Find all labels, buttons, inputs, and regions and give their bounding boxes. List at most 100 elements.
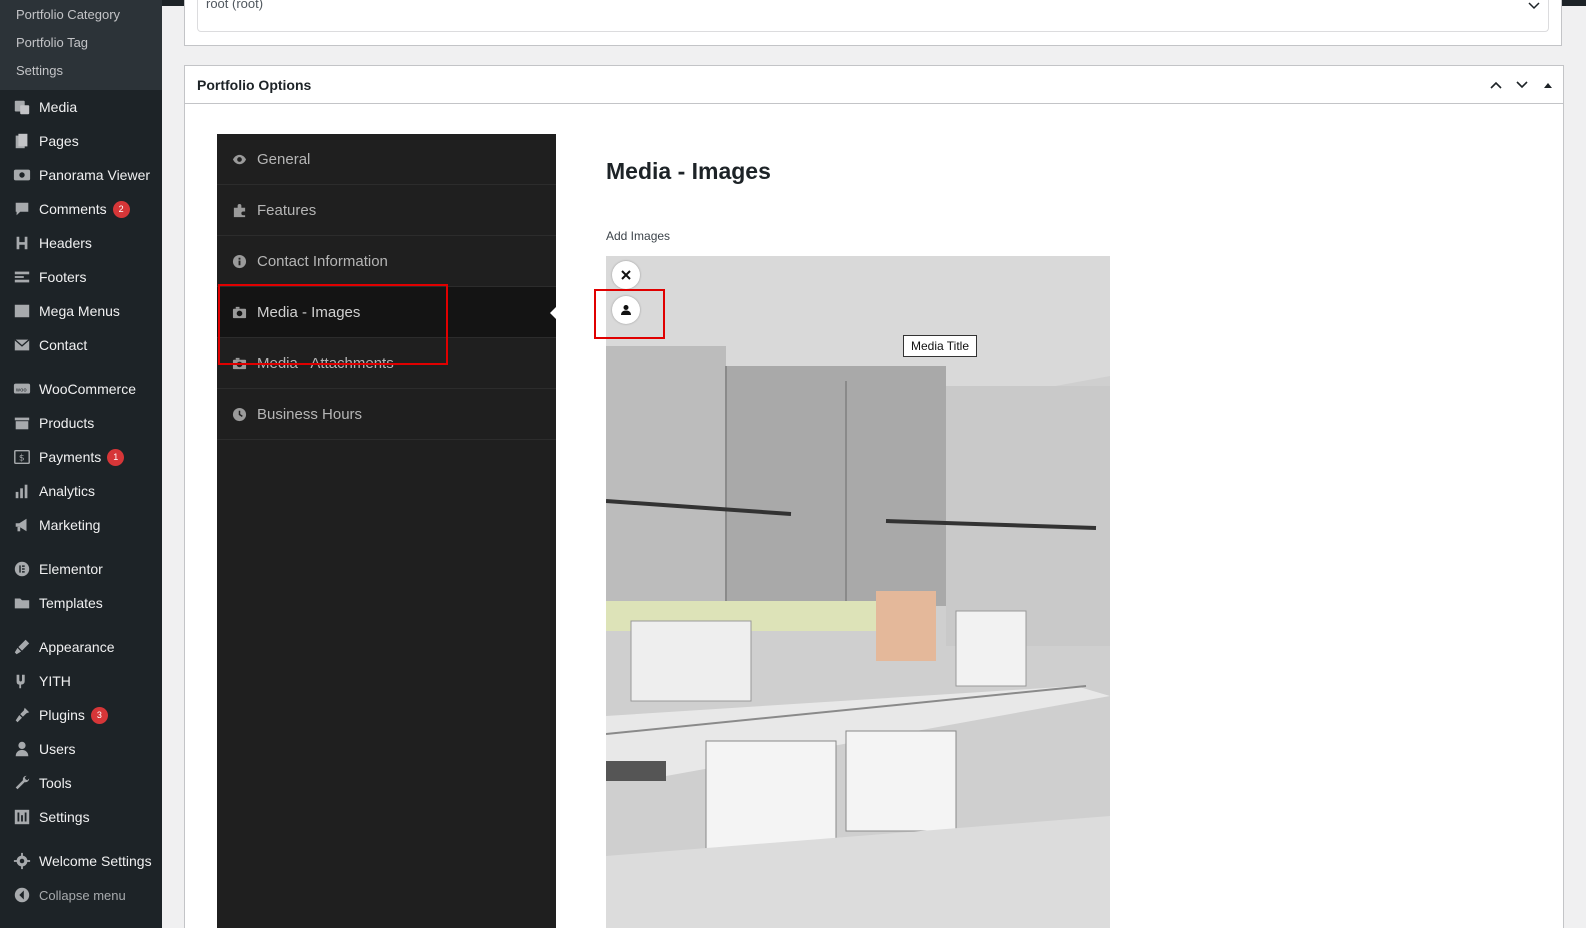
sidebar-item-label: Tools [39, 775, 72, 791]
sidebar-item-comments[interactable]: Comments 2 [0, 192, 162, 226]
headers-icon [12, 233, 32, 253]
eye-icon [231, 151, 247, 167]
admin-sidebar: Portfolio Category Portfolio Tag Setting… [0, 0, 162, 928]
marketing-icon [12, 515, 32, 535]
footers-icon [12, 267, 32, 287]
tab-contact-information[interactable]: Contact Information [217, 236, 556, 287]
move-up-button[interactable] [1487, 76, 1505, 94]
highlight-box-edit-button [594, 289, 665, 339]
sidebar-item-label: Elementor [39, 561, 103, 577]
add-images-label: Add Images [606, 229, 671, 243]
payments-icon: $ [12, 447, 32, 467]
portfolio-options-title: Portfolio Options [197, 77, 312, 93]
sidebar-item-label: Panorama Viewer [39, 167, 151, 183]
mega-menus-icon [12, 301, 32, 321]
sidebar-item-analytics[interactable]: Analytics [0, 474, 162, 508]
tools-icon [12, 773, 32, 793]
sidebar-item-contact[interactable]: Contact [0, 328, 162, 362]
sidebar-item-label: Mega Menus [39, 303, 120, 319]
sidebar-item-pages[interactable]: Pages [0, 124, 162, 158]
box-controls [1487, 76, 1557, 94]
templates-icon [12, 593, 32, 613]
settings-icon [12, 807, 32, 827]
analytics-icon [12, 481, 32, 501]
sidebar-item-label: Appearance [39, 639, 115, 655]
sidebar-item-payments[interactable]: $ Payments 1 [0, 440, 162, 474]
portfolio-submenu: Portfolio Category Portfolio Tag Setting… [0, 0, 162, 90]
parent-select[interactable]: root (root) [197, 0, 1549, 32]
submenu-portfolio-tag[interactable]: Portfolio Tag [0, 30, 162, 58]
sidebar-item-label: WooCommerce [39, 381, 136, 397]
plugins-count-badge: 3 [90, 706, 108, 724]
sidebar-item-appearance[interactable]: Appearance [0, 630, 162, 664]
sidebar-item-label: Plugins [39, 707, 85, 723]
sidebar-item-products[interactable]: Products [0, 406, 162, 440]
svg-text:$: $ [19, 454, 25, 464]
sidebar-item-welcome-settings[interactable]: Welcome Settings [0, 844, 162, 878]
remove-image-button[interactable] [612, 261, 640, 289]
tab-features[interactable]: Features [217, 185, 556, 236]
submenu-portfolio-category[interactable]: Portfolio Category [0, 2, 162, 30]
sidebar-item-elementor[interactable]: Elementor [0, 552, 162, 586]
tab-general[interactable]: General [217, 134, 556, 185]
panorama-icon [12, 165, 32, 185]
sidebar-item-label: Users [39, 741, 76, 757]
sidebar-item-label: Products [39, 415, 95, 431]
sidebar-item-label: Welcome Settings [39, 853, 152, 869]
media-icon [12, 97, 32, 117]
puzzle-icon [231, 202, 247, 218]
sidebar-item-marketing[interactable]: Marketing [0, 508, 162, 542]
sidebar-item-media[interactable]: Media [0, 90, 162, 124]
appearance-icon [12, 637, 32, 657]
sidebar-item-plugins[interactable]: Plugins 3 [0, 698, 162, 732]
comments-icon [12, 199, 32, 219]
sidebar-item-label: Headers [39, 235, 92, 251]
move-down-button[interactable] [1513, 76, 1531, 94]
sidebar-item-settings[interactable]: Settings [0, 800, 162, 834]
plugins-icon [12, 705, 32, 725]
tab-label: Business Hours [257, 405, 363, 423]
section-title: Media - Images [606, 158, 771, 184]
chevron-up-icon [1490, 81, 1502, 89]
sidebar-item-panorama-viewer[interactable]: Panorama Viewer [0, 158, 162, 192]
sidebar-item-label: Marketing [39, 517, 101, 533]
sidebar-item-label: Media [39, 99, 78, 115]
close-icon [621, 270, 631, 280]
tab-business-hours[interactable]: Business Hours [217, 389, 556, 440]
sidebar-item-templates[interactable]: Templates [0, 586, 162, 620]
info-icon [231, 253, 247, 269]
sidebar-item-footers[interactable]: Footers [0, 260, 162, 294]
tab-label: Features [257, 201, 317, 219]
sidebar-item-label: Settings [39, 809, 90, 825]
tab-label: Contact Information [257, 252, 388, 270]
sidebar-item-tools[interactable]: Tools [0, 766, 162, 800]
toggle-panel-button[interactable] [1539, 76, 1557, 94]
contact-icon [12, 335, 32, 355]
collapse-icon [12, 885, 32, 905]
welcome-settings-icon [12, 851, 32, 871]
collapse-menu-button[interactable]: Collapse menu [0, 878, 162, 912]
products-icon [12, 413, 32, 433]
sidebar-item-label: Comments [39, 201, 107, 217]
sidebar-item-label: Footers [39, 269, 87, 285]
highlight-box-tab [218, 284, 448, 365]
sidebar-item-mega-menus[interactable]: Mega Menus [0, 294, 162, 328]
sidebar-item-yith[interactable]: YITH [0, 664, 162, 698]
svg-text:woo: woo [16, 387, 27, 393]
gallery-image[interactable] [606, 256, 1110, 928]
sidebar-item-label: Payments [39, 449, 102, 465]
elementor-icon [12, 559, 32, 579]
office-photo [606, 256, 1110, 928]
users-icon [12, 739, 32, 759]
pages-icon [12, 131, 32, 151]
chevron-down-icon [1516, 81, 1528, 89]
options-tabs-panel: General Features Contact Information Med… [217, 134, 557, 928]
triangle-up-icon [1544, 83, 1552, 88]
sidebar-item-users[interactable]: Users [0, 732, 162, 766]
sidebar-item-woocommerce[interactable]: woo WooCommerce [0, 372, 162, 406]
payments-count-badge: 1 [107, 448, 125, 466]
sidebar-item-headers[interactable]: Headers [0, 226, 162, 260]
yith-icon [12, 671, 32, 691]
sidebar-item-label: Analytics [39, 483, 96, 499]
submenu-settings[interactable]: Settings [0, 58, 162, 86]
